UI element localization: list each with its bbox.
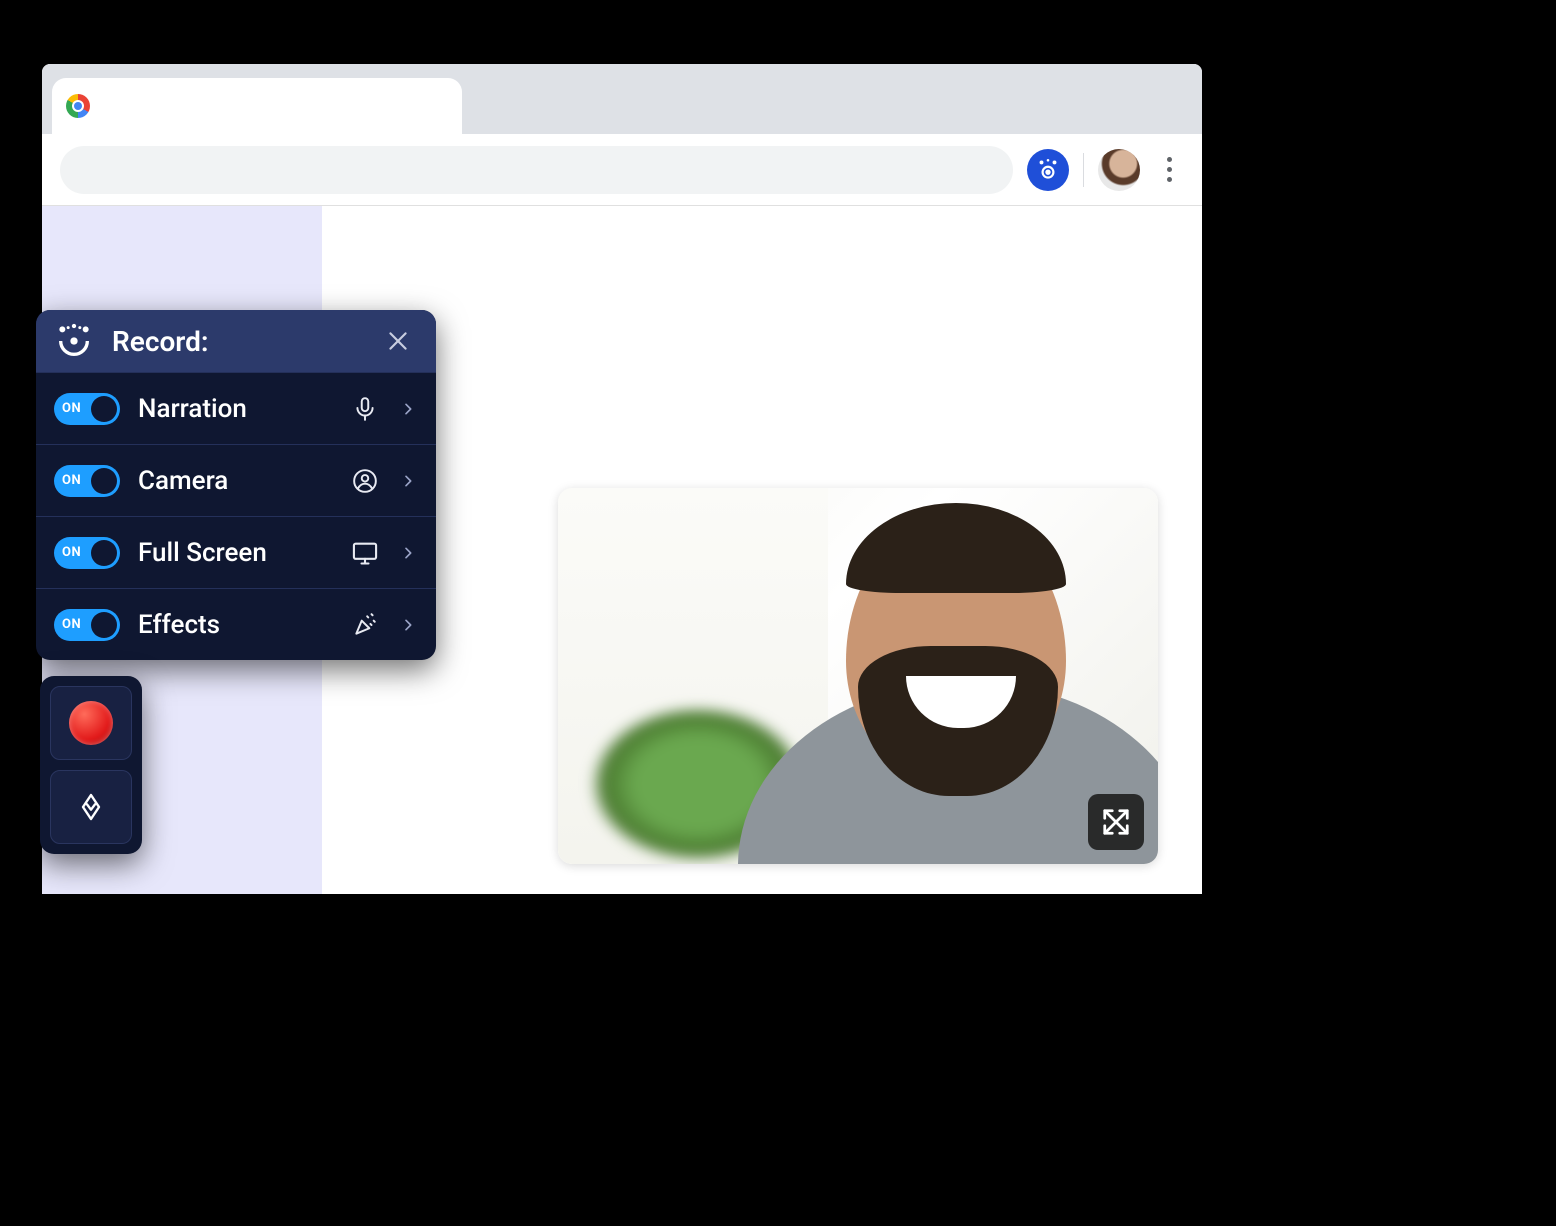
browser-tab[interactable] bbox=[52, 78, 462, 134]
toggle-camera[interactable]: ON bbox=[54, 465, 120, 497]
browser-toolbar bbox=[42, 134, 1202, 206]
camera-preview-image bbox=[558, 488, 1158, 864]
page-main bbox=[322, 206, 1202, 894]
chevron-camera[interactable] bbox=[398, 471, 418, 491]
brand-logo-icon bbox=[54, 321, 94, 361]
label-effects: Effects bbox=[138, 610, 332, 640]
microphone-icon bbox=[350, 394, 380, 424]
pen-icon bbox=[75, 791, 107, 823]
record-panel: Record: ON Narration ON Camera bbox=[36, 310, 436, 660]
close-icon bbox=[385, 328, 411, 354]
row-narration: ON Narration bbox=[36, 372, 436, 444]
person-circle-icon bbox=[350, 466, 380, 496]
label-narration: Narration bbox=[138, 394, 332, 424]
chevron-right-icon bbox=[400, 545, 416, 561]
record-dot-icon bbox=[69, 701, 113, 745]
toolbar-divider bbox=[1083, 153, 1084, 187]
toggle-on-label: ON bbox=[62, 473, 81, 488]
chrome-logo-icon bbox=[66, 94, 90, 118]
chevron-fullscreen[interactable] bbox=[398, 543, 418, 563]
chevron-effects[interactable] bbox=[398, 615, 418, 635]
confetti-icon bbox=[350, 610, 380, 640]
record-panel-title: Record: bbox=[112, 325, 360, 358]
record-panel-header: Record: bbox=[36, 310, 436, 372]
record-button[interactable] bbox=[50, 686, 132, 760]
label-camera: Camera bbox=[138, 466, 332, 496]
chevron-right-icon bbox=[400, 401, 416, 417]
toggle-on-label: ON bbox=[62, 401, 81, 416]
address-bar[interactable] bbox=[60, 146, 1013, 194]
draw-button[interactable] bbox=[50, 770, 132, 844]
camera-preview bbox=[558, 488, 1158, 864]
row-fullscreen: ON Full Screen bbox=[36, 516, 436, 588]
control-stack bbox=[40, 676, 142, 854]
expand-preview-button[interactable] bbox=[1088, 794, 1144, 850]
monitor-icon bbox=[350, 538, 380, 568]
browser-menu-button[interactable] bbox=[1154, 149, 1184, 191]
row-camera: ON Camera bbox=[36, 444, 436, 516]
toggle-on-label: ON bbox=[62, 617, 81, 632]
toggle-on-label: ON bbox=[62, 545, 81, 560]
toggle-fullscreen[interactable]: ON bbox=[54, 537, 120, 569]
toggle-effects[interactable]: ON bbox=[54, 609, 120, 641]
profile-avatar[interactable] bbox=[1098, 149, 1140, 191]
expand-icon bbox=[1101, 807, 1131, 837]
extension-icon[interactable] bbox=[1027, 149, 1069, 191]
chevron-right-icon bbox=[400, 473, 416, 489]
tab-strip bbox=[42, 64, 1202, 134]
row-effects: ON Effects bbox=[36, 588, 436, 660]
label-fullscreen: Full Screen bbox=[138, 538, 332, 568]
chevron-narration[interactable] bbox=[398, 399, 418, 419]
close-panel-button[interactable] bbox=[378, 321, 418, 361]
chevron-right-icon bbox=[400, 617, 416, 633]
toggle-narration[interactable]: ON bbox=[54, 393, 120, 425]
